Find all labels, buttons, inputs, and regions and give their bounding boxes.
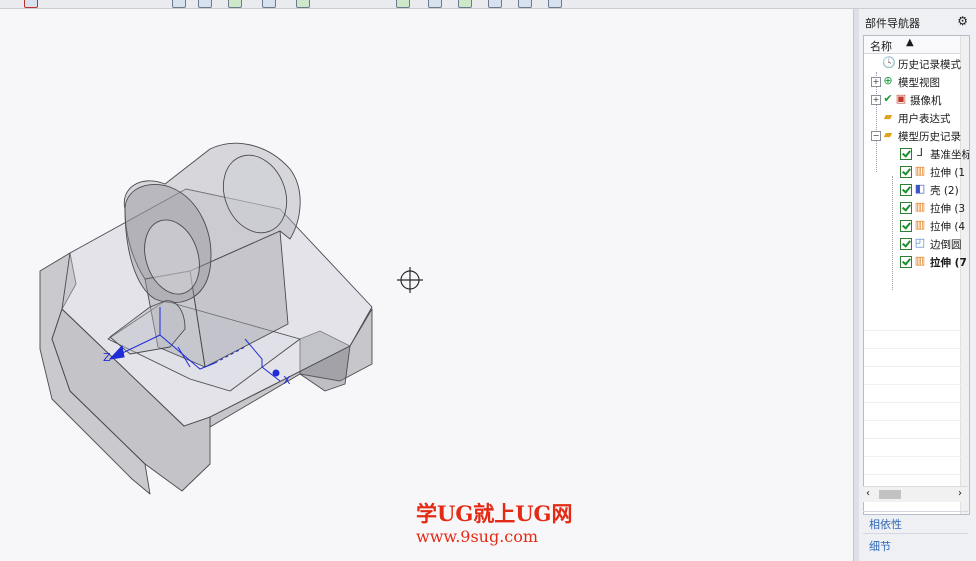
camera-icon: ▣: [895, 92, 907, 105]
settings-gear-icon[interactable]: ⚙: [957, 14, 968, 28]
toolbar-tool-icon[interactable]: [396, 0, 410, 8]
tree-item-shell[interactable]: ◧ 壳 (2): [864, 181, 969, 199]
column-header[interactable]: 名称 ▲: [864, 36, 969, 54]
toolbar-tool-icon[interactable]: [428, 0, 442, 8]
toolbar-tool-icon[interactable]: [548, 0, 562, 8]
tree-item-model-history[interactable]: − ▰ 模型历史记录: [864, 127, 969, 145]
watermark-url: www.9sug.com: [416, 527, 539, 546]
scroll-left-icon[interactable]: ‹: [866, 488, 870, 499]
crosshair-cursor-icon: [397, 267, 423, 293]
toolbar-tool-icon[interactable]: [228, 0, 242, 8]
edge-blend-icon: ◰: [914, 236, 926, 249]
tree-item-extrude-3[interactable]: ▥ 拉伸 (3: [864, 199, 969, 217]
visibility-checkbox[interactable]: [900, 166, 912, 178]
tree-item-extrude-1[interactable]: ▥ 拉伸 (1: [864, 163, 969, 181]
tree-item-extrude-4[interactable]: ▥ 拉伸 (4: [864, 217, 969, 235]
scroll-thumb[interactable]: [879, 490, 901, 499]
clock-icon: 🕓: [882, 56, 896, 69]
toolbar-tool-icon[interactable]: [198, 0, 212, 8]
watermark-title: 学UG就上UG网: [416, 501, 573, 526]
tree-horizontal-scrollbar[interactable]: ‹ ›: [863, 486, 968, 502]
visibility-checkbox[interactable]: [900, 256, 912, 268]
shell-icon: ◧: [914, 182, 926, 195]
axis-label-x: X: [283, 374, 291, 387]
collapse-icon[interactable]: −: [871, 131, 881, 141]
tree-item-datum-csys[interactable]: ⅃ 基准坐标: [864, 145, 969, 163]
dependencies-panel[interactable]: 相依性: [863, 511, 968, 533]
tree-item-extrude-7[interactable]: ▥ 拉伸 (7: [864, 253, 969, 271]
column-header-name: 名称: [870, 40, 892, 53]
toolbar-tool-icon[interactable]: [488, 0, 502, 8]
toolbar-tool-icon[interactable]: [458, 0, 472, 8]
toolbar-tool-icon[interactable]: [172, 0, 186, 8]
model-views-icon: ⊕: [883, 74, 893, 87]
folder-icon: ▰: [883, 110, 893, 123]
tree-item-model-views[interactable]: + ⊕ 模型视图: [864, 73, 969, 91]
axis-label-z: Z: [103, 351, 111, 364]
expand-icon[interactable]: +: [871, 95, 881, 105]
main-toolbar: [0, 0, 976, 9]
extrude-icon: ▥: [914, 254, 926, 267]
part-navigator: 部件导航器 ⚙ 名称 ▲ 🕓 历史记录模式 + ⊕ 模型视图 + ✔ ▣ 摄像机…: [859, 9, 976, 561]
toolbar-tool-icon[interactable]: [518, 0, 532, 8]
datum-csys-icon: ⅃: [916, 146, 924, 159]
visibility-checkbox[interactable]: [900, 148, 912, 160]
tree-item-camera[interactable]: + ✔ ▣ 摄像机: [864, 91, 969, 109]
visibility-checkbox[interactable]: [900, 202, 912, 214]
navigator-tree[interactable]: 名称 ▲ 🕓 历史记录模式 + ⊕ 模型视图 + ✔ ▣ 摄像机 ▰ 用户表达式…: [863, 35, 970, 515]
tree-item-user-expressions[interactable]: ▰ 用户表达式: [864, 109, 969, 127]
extrude-icon: ▥: [914, 218, 926, 231]
expand-icon[interactable]: +: [871, 77, 881, 87]
part-model[interactable]: Z X: [0, 9, 853, 561]
tree-item-edge-blend[interactable]: ◰ 边倒圆: [864, 235, 969, 253]
visibility-checkbox[interactable]: [900, 238, 912, 250]
tree-item-history-mode[interactable]: 🕓 历史记录模式: [864, 55, 969, 73]
navigator-title: 部件导航器: [865, 17, 920, 30]
extrude-icon: ▥: [914, 164, 926, 177]
checkmark-icon: ✔: [883, 92, 893, 105]
visibility-checkbox[interactable]: [900, 220, 912, 232]
visibility-checkbox[interactable]: [900, 184, 912, 196]
scroll-right-icon[interactable]: ›: [958, 488, 962, 499]
sort-up-icon[interactable]: ▲: [906, 37, 914, 48]
folder-open-icon: ▰: [883, 128, 893, 141]
details-panel[interactable]: 细节: [863, 533, 968, 555]
toolbar-tool-icon[interactable]: [262, 0, 276, 8]
graphics-viewport[interactable]: Z X: [0, 9, 853, 561]
toolbar-tool-icon[interactable]: [296, 0, 310, 8]
extrude-icon: ▥: [914, 200, 926, 213]
toolbar-new-icon[interactable]: [24, 0, 38, 8]
